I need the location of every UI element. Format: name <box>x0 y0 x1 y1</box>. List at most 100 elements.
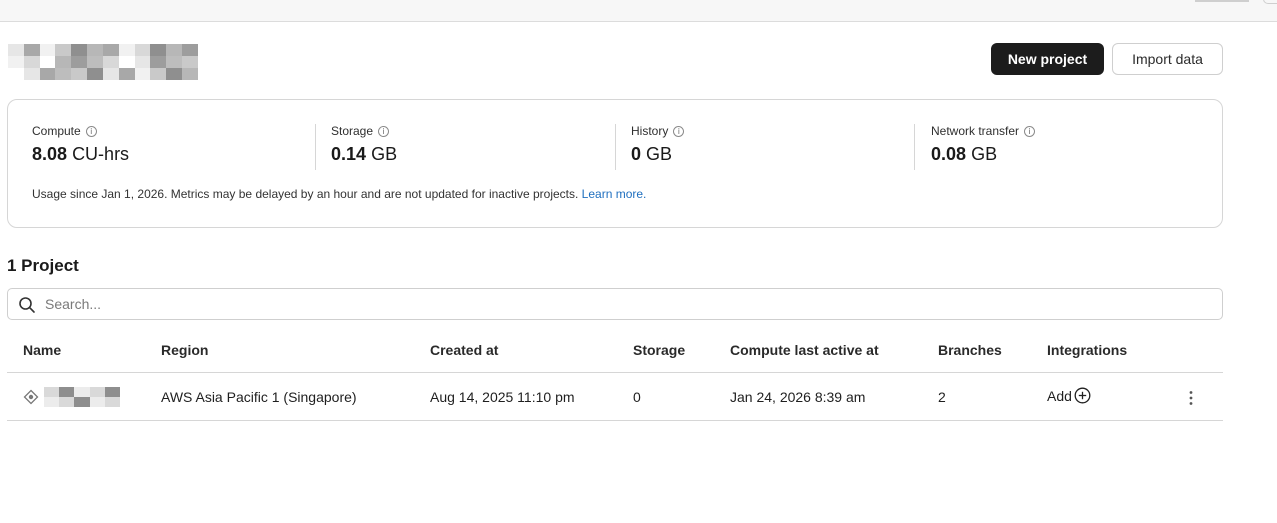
usage-note-text: Usage since Jan 1, 2026. Metrics may be … <box>32 187 579 201</box>
column-header-storage[interactable]: Storage <box>633 342 685 358</box>
new-project-button[interactable]: New project <box>991 43 1104 75</box>
redaction-pixel <box>118 56 135 68</box>
metric-label: Compute <box>32 124 81 138</box>
metric-divider <box>615 124 616 170</box>
project-name-redacted[interactable] <box>44 387 120 407</box>
redaction-pixel <box>166 56 183 68</box>
usage-card: Compute i 8.08 CU-hrs Storage i 0.14 GB Hi… <box>7 99 1223 228</box>
redaction-pixel <box>39 44 56 56</box>
redaction-pixel <box>23 68 40 80</box>
redaction-pixel <box>71 68 88 80</box>
redaction-pixel <box>89 397 105 407</box>
info-icon[interactable]: i <box>673 125 685 137</box>
info-icon[interactable]: i <box>85 125 97 137</box>
redaction-pixel <box>87 44 103 56</box>
column-header-created-at[interactable]: Created at <box>430 342 498 358</box>
top-bar-control-stub <box>1263 0 1277 4</box>
redaction-pixel <box>182 68 198 80</box>
metric-network-transfer: Network transfer i 0.08 GB <box>931 123 1036 169</box>
metric-unit: GB <box>646 144 673 164</box>
redaction-pixel <box>104 387 120 397</box>
projects-count-title: 1 Project <box>7 256 79 275</box>
column-header-region[interactable]: Region <box>161 342 208 358</box>
add-integration-label: Add <box>1047 387 1072 404</box>
redaction-pixel <box>102 68 119 80</box>
import-data-button[interactable]: Import data <box>1112 43 1223 75</box>
metric-storage: Storage i 0.14 GB <box>331 123 397 169</box>
usage-note: Usage since Jan 1, 2026. Metrics may be … <box>32 187 646 201</box>
project-region: AWS Asia Pacific 1 (Singapore) <box>161 389 357 405</box>
redaction-pixel <box>44 397 60 407</box>
redaction-pixel <box>118 68 135 80</box>
add-integration-button[interactable]: Add <box>1047 387 1091 404</box>
redaction-pixel <box>59 387 75 397</box>
redaction-pixel <box>74 397 90 407</box>
redaction-pixel <box>23 56 40 68</box>
metric-unit: GB <box>971 144 998 164</box>
column-header-name[interactable]: Name <box>23 342 61 358</box>
project-storage: 0 <box>633 389 641 405</box>
learn-more-link[interactable]: Learn more. <box>582 187 647 201</box>
metric-value: 0.14 <box>331 144 367 164</box>
redaction-pixel <box>150 44 167 56</box>
project-created-at: Aug 14, 2025 11:10 pm <box>430 389 575 405</box>
redaction-pixel <box>166 44 183 56</box>
column-header-integrations[interactable]: Integrations <box>1047 342 1127 358</box>
redaction-pixel <box>59 397 75 407</box>
org-name-redacted <box>8 44 198 80</box>
metric-value: 0.08 <box>931 144 967 164</box>
metric-unit: CU-hrs <box>72 144 130 164</box>
redaction-pixel <box>150 56 167 68</box>
column-header-branches[interactable]: Branches <box>938 342 1002 358</box>
metric-history: History i 0 GB <box>631 123 685 169</box>
table-row[interactable]: AWS Asia Pacific 1 (Singapore) Aug 14, 2… <box>7 374 1223 421</box>
redaction-pixel <box>134 68 151 80</box>
info-icon[interactable]: i <box>1024 125 1036 137</box>
redaction-pixel <box>74 387 90 397</box>
metric-divider <box>315 124 316 170</box>
redaction-pixel <box>87 68 103 80</box>
redaction-pixel <box>71 56 88 68</box>
redaction-pixel <box>102 56 119 68</box>
kebab-menu-icon[interactable] <box>1188 390 1194 406</box>
project-compute-last-active: Jan 24, 2026 8:39 am <box>730 389 866 405</box>
metric-label: Network transfer <box>931 124 1020 138</box>
project-branches: 2 <box>938 389 946 405</box>
redaction-pixel <box>23 44 40 56</box>
project-node-icon <box>23 389 39 405</box>
redaction-pixel <box>55 68 72 80</box>
metric-label: Storage <box>331 124 374 138</box>
project-search[interactable] <box>7 288 1223 320</box>
top-bar-tab-stub <box>1195 0 1249 2</box>
redaction-pixel <box>39 68 56 80</box>
redaction-pixel <box>87 56 103 68</box>
redaction-pixel <box>118 44 135 56</box>
metric-value: 0 <box>631 144 642 164</box>
column-header-compute-last-active[interactable]: Compute last active at <box>730 342 879 358</box>
search-input[interactable] <box>45 293 1205 315</box>
redaction-pixel <box>55 56 72 68</box>
metric-compute: Compute i 8.08 CU-hrs <box>32 123 129 169</box>
metric-label: History <box>631 124 669 138</box>
redaction-pixel <box>8 44 24 56</box>
metric-unit: GB <box>371 144 398 164</box>
redaction-pixel <box>39 56 56 68</box>
redaction-pixel <box>104 397 120 407</box>
redaction-pixel <box>182 44 198 56</box>
redaction-pixel <box>134 44 151 56</box>
redaction-pixel <box>102 44 119 56</box>
redaction-pixel <box>8 56 24 68</box>
metric-divider <box>914 124 915 170</box>
redaction-pixel <box>166 68 183 80</box>
redaction-pixel <box>44 387 60 397</box>
redaction-pixel <box>89 387 105 397</box>
top-bar <box>0 0 1277 22</box>
plus-circle-icon <box>1074 387 1091 404</box>
search-icon <box>19 297 35 313</box>
redaction-pixel <box>150 68 167 80</box>
redaction-pixel <box>8 68 24 80</box>
info-icon[interactable]: i <box>378 125 390 137</box>
redaction-pixel <box>182 56 198 68</box>
redaction-pixel <box>71 44 88 56</box>
projects-table-header: Name Region Created at Storage Compute l… <box>7 335 1223 373</box>
